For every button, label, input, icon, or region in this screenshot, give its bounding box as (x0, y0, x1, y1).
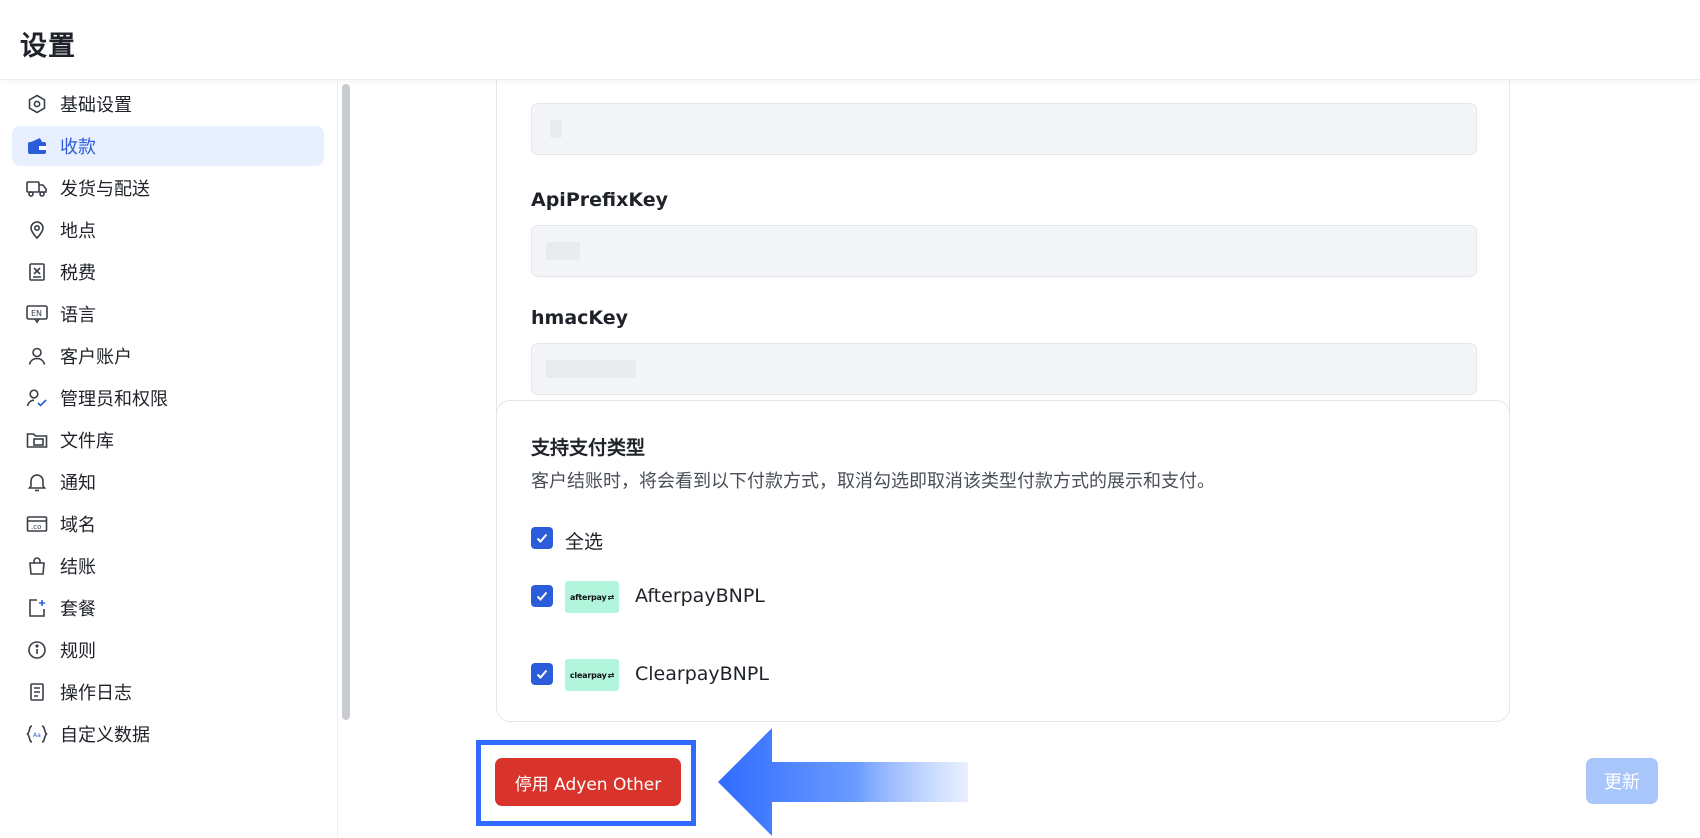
left-arrow-annotation-icon (718, 728, 968, 836)
wallet-icon (26, 135, 48, 157)
sidebar-item-shipping[interactable]: 发货与配送 (12, 168, 324, 208)
sidebar-item-label: 域名 (60, 515, 96, 536)
sidebar-item-label: 自定义数据 (60, 725, 150, 746)
sidebar-item-operation-logs[interactable]: 操作日志 (12, 672, 324, 712)
svg-text:EN: EN (31, 309, 42, 318)
settings-sidebar: 基础设置 收款 发货与配送 地点 税费 EN 语言 客户账户 管理员和权限 文件… (0, 80, 338, 838)
shopping-bag-icon (26, 555, 48, 577)
checkmark-icon (536, 669, 548, 679)
afterpay-logo-text: afterpay (569, 592, 607, 602)
api-prefix-key-label: ApiPrefixKey (531, 189, 668, 211)
api-prefix-key-input[interactable] (531, 225, 1477, 277)
sidebar-item-rules[interactable]: 规则 (12, 630, 324, 670)
svg-text:Aa: Aa (33, 732, 41, 739)
select-all-checkbox[interactable] (531, 527, 553, 549)
disable-adyen-other-button[interactable]: 停用 Adyen Other (495, 758, 681, 806)
log-document-icon (26, 681, 48, 703)
sidebar-item-label: 管理员和权限 (60, 389, 168, 410)
sidebar-item-label: 语言 (60, 305, 96, 326)
sidebar-item-basic-settings[interactable]: 基础设置 (12, 84, 324, 124)
hmac-key-label: hmacKey (531, 307, 629, 329)
receipt-icon (26, 261, 48, 283)
previous-key-input[interactable] (531, 103, 1477, 155)
domain-icon: .co (26, 513, 48, 535)
truck-icon (26, 177, 48, 199)
sidebar-item-label: 通知 (60, 473, 96, 494)
checkmark-icon (536, 533, 548, 543)
location-pin-icon (26, 219, 48, 241)
select-all-label: 全选 (565, 531, 604, 553)
sidebar-item-label: 税费 (60, 263, 96, 284)
sidebar-item-domains[interactable]: .co 域名 (12, 504, 324, 544)
sidebar-item-label: 操作日志 (60, 683, 132, 704)
sidebar-item-label: 客户账户 (60, 347, 132, 368)
hmac-key-input[interactable] (531, 343, 1477, 395)
sidebar-item-label: 发货与配送 (60, 179, 150, 200)
user-icon (26, 345, 48, 367)
sidebar-item-taxes[interactable]: 税费 (12, 252, 324, 292)
sidebar-item-customer-accounts[interactable]: 客户账户 (12, 336, 324, 376)
masked-value (546, 360, 636, 378)
masked-value (546, 242, 580, 260)
sidebar-item-label: 收款 (60, 137, 96, 158)
credentials-card: ApiPrefixKey hmacKey (496, 50, 1510, 452)
sidebar-item-locations[interactable]: 地点 (12, 210, 324, 250)
afterpay-logo: afterpay ⇄ (565, 581, 619, 613)
svg-text:.co: .co (31, 523, 41, 531)
user-check-icon (26, 387, 48, 409)
language-en-icon: EN (26, 303, 48, 325)
sidebar-item-label: 地点 (60, 221, 96, 242)
payment-types-description: 客户结账时，将会看到以下付款方式，取消勾选即取消该类型付款方式的展示和支付。 (531, 471, 1215, 492)
sidebar-item-custom-data[interactable]: Aa 自定义数据 (12, 714, 324, 754)
payment-types-card: 支持支付类型 客户结账时，将会看到以下付款方式，取消勾选即取消该类型付款方式的展… (496, 400, 1510, 722)
info-icon (26, 639, 48, 661)
sidebar-item-plans[interactable]: 套餐 (12, 588, 324, 628)
sidebar-item-payments[interactable]: 收款 (12, 126, 324, 166)
update-button[interactable]: 更新 (1586, 758, 1658, 804)
masked-value (550, 120, 562, 138)
sidebar-item-admins-permissions[interactable]: 管理员和权限 (12, 378, 324, 418)
sidebar-item-label: 套餐 (60, 599, 96, 620)
sidebar-item-label: 基础设置 (60, 95, 132, 116)
page-header: 设置 (0, 0, 1700, 80)
clearpay-checkbox[interactable] (531, 663, 553, 685)
payment-types-title: 支持支付类型 (531, 437, 646, 459)
clearpay-logo-text: clearpay (569, 670, 607, 680)
sidebar-item-checkout[interactable]: 结账 (12, 546, 324, 586)
plan-plus-icon (26, 597, 48, 619)
sidebar-item-label: 结账 (60, 557, 96, 578)
payment-settings-panel: ApiPrefixKey hmacKey 支持支付类型 客户结账时，将会看到以下… (352, 50, 1700, 838)
bell-icon (26, 471, 48, 493)
hexagon-gear-icon (26, 93, 48, 115)
sidebar-item-languages[interactable]: EN 语言 (12, 294, 324, 334)
page-title: 设置 (20, 31, 76, 62)
afterpay-checkbox[interactable] (531, 585, 553, 607)
sidebar-scrollbar[interactable] (342, 84, 350, 720)
custom-data-braces-icon: Aa (26, 723, 48, 745)
sidebar-item-label: 文件库 (60, 431, 114, 452)
clearpay-logo: clearpay ⇄ (565, 659, 619, 691)
checkmark-icon (536, 591, 548, 601)
sidebar-item-label: 规则 (60, 641, 96, 662)
sidebar-item-notifications[interactable]: 通知 (12, 462, 324, 502)
afterpay-name: AfterpayBNPL (635, 585, 765, 607)
sidebar-item-file-library[interactable]: 文件库 (12, 420, 324, 460)
clearpay-name: ClearpayBNPL (635, 663, 769, 685)
folder-icon (26, 429, 48, 451)
